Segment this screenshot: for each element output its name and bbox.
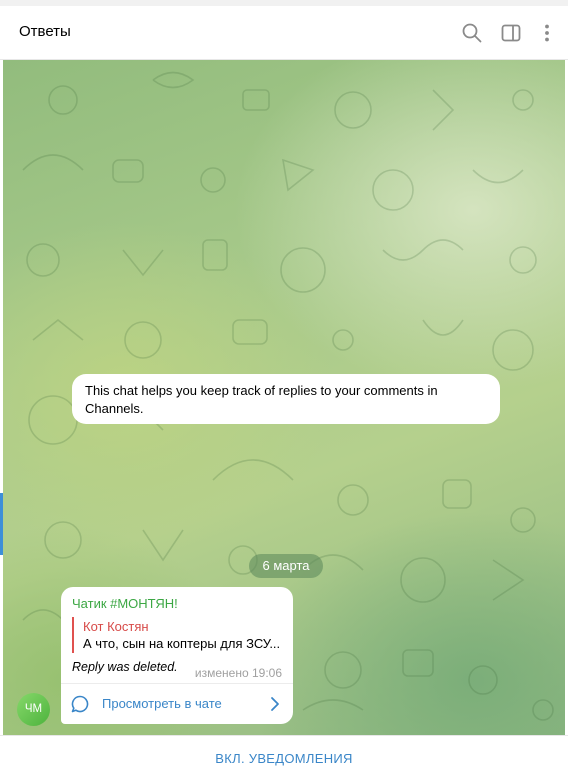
enable-notifications-button[interactable]: ВКЛ. УВЕДОМЛЕНИЯ (0, 736, 568, 781)
system-message: This chat helps you keep track of replie… (72, 374, 500, 424)
chat-area: This chat helps you keep track of replie… (3, 60, 565, 735)
avatar[interactable]: ЧМ (17, 693, 50, 726)
view-in-chat-button[interactable]: Просмотреть в чате (61, 684, 293, 724)
search-icon[interactable] (461, 22, 483, 44)
message-sender[interactable]: Чатик #МОНТЯН! (72, 596, 178, 611)
reply-text: А что, сын на коптеры для ЗСУ... (83, 636, 281, 651)
reply-quote[interactable]: Кот Костян А что, сын на коптеры для ЗСУ… (72, 617, 284, 653)
chat-header: Ответы (0, 6, 568, 60)
system-message-text: This chat helps you keep track of replie… (85, 383, 438, 416)
chevron-right-icon (270, 696, 280, 712)
message-text: Reply was deleted. (72, 660, 178, 674)
edited-label: изменено (194, 666, 249, 680)
message-time: 19:06 (251, 666, 282, 680)
message-meta: изменено 19:06 (195, 666, 282, 680)
bottom-bar: ВКЛ. УВЕДОМЛЕНИЯ (0, 735, 568, 780)
scroll-indicator (0, 493, 3, 555)
message-bubble: Чатик #МОНТЯН! Кот Костян А что, сын на … (61, 587, 293, 724)
sidebar-toggle-icon[interactable] (500, 22, 522, 44)
page-title: Ответы (19, 23, 71, 40)
more-vertical-icon[interactable] (536, 22, 558, 44)
date-chip: 6 марта (249, 554, 323, 578)
reply-author: Кот Костян (83, 619, 149, 634)
view-in-chat-label: Просмотреть в чате (102, 696, 222, 711)
comment-icon (71, 695, 89, 713)
